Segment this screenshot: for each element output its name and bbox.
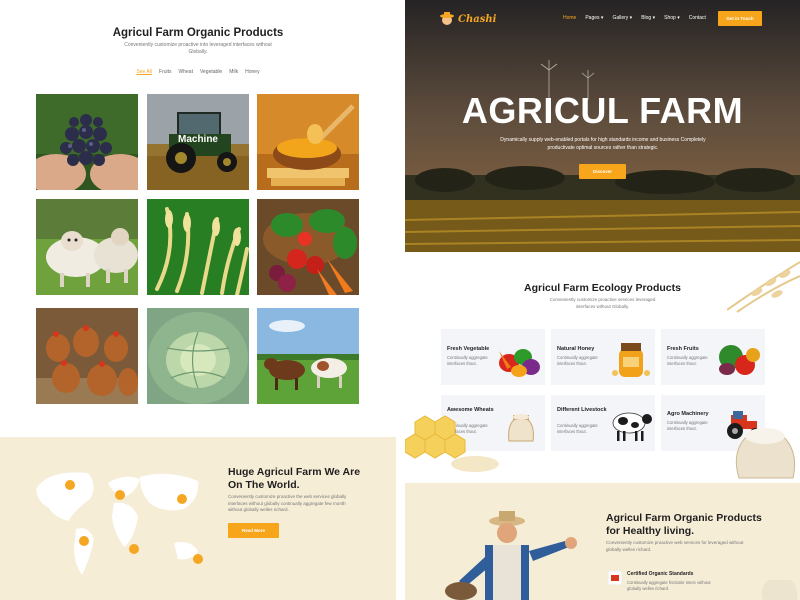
healthy-section-text: Conveniently customize proactive web ser… <box>606 540 744 552</box>
farmer-logo-icon <box>440 12 454 25</box>
cabbage-photo <box>147 308 249 404</box>
wheat-sack-icon <box>508 414 534 442</box>
honey-photo <box>257 94 359 190</box>
card-text: Continually aggregate interfaces thout. <box>667 355 708 366</box>
hero-subtitle: Dynamically supply web-enabled portals f… <box>500 137 706 151</box>
gallery-item-vegetables[interactable] <box>257 199 359 295</box>
honey-jar-icon <box>612 343 650 377</box>
chevron-down-icon: ▾ <box>677 15 680 21</box>
vegetables-icon <box>499 349 540 377</box>
hero-section: Chashi Home Pages ▾ Gallery ▾ Blog ▾ Sho… <box>405 0 800 252</box>
card-text: Continually aggregate interfaces thout. <box>557 423 598 434</box>
card-title: Different Livestock <box>557 407 607 413</box>
logo-text: Chashi <box>458 13 497 25</box>
menu-label: Pages <box>585 15 600 21</box>
menu-label: Gallery <box>612 15 629 21</box>
filter-tab-fruits[interactable]: Fruits <box>159 69 172 75</box>
certified-badge-icon <box>608 571 622 585</box>
product-card-livestock[interactable]: Different Livestock Continually aggregat… <box>551 395 655 451</box>
gallery-heading: Agricul Farm Organic Products <box>112 27 284 39</box>
menu-label: Blog <box>641 15 652 21</box>
gallery-subtitle: Conveniently customize proactive into le… <box>124 42 272 55</box>
menu-item-blog[interactable]: Blog ▾ <box>641 15 655 21</box>
site-logo[interactable]: Chashi <box>439 11 496 27</box>
product-card-vegetable[interactable]: Fresh Vegetable Continually aggregate in… <box>441 329 545 385</box>
get-in-touch-button[interactable]: Get in Touch <box>718 11 762 26</box>
filter-tab-honey[interactable]: Honey <box>245 69 259 75</box>
product-card-fruits[interactable]: Fresh Fruits Continually aggregate inter… <box>661 329 765 385</box>
chickens-photo <box>36 308 138 404</box>
card-text: Continually aggregate interfaces thout. <box>667 420 708 431</box>
world-section <box>0 437 396 600</box>
organic-products-page: Agricul Farm Organic Products Convenient… <box>0 0 396 600</box>
world-section-title: Huge Agricul Farm We Are On The World. <box>228 466 361 491</box>
menu-item-shop[interactable]: Shop ▾ <box>664 15 680 21</box>
gallery-item-cabbage[interactable] <box>147 308 249 404</box>
filter-tab-vegetable[interactable]: Vegetable <box>200 69 222 75</box>
gallery-filter-tabs: See All Fruits Wheat Vegetable Milk Hone… <box>0 69 396 75</box>
gallery-item-machine[interactable]: Machine <box>147 94 249 190</box>
world-map <box>36 472 203 575</box>
ecology-heading: Agricul Farm Ecology Products <box>524 282 681 294</box>
main-menu: Home Pages ▾ Gallery ▾ Blog ▾ Shop ▾ Con… <box>563 15 706 21</box>
farmer-illustration <box>445 511 577 600</box>
honeycomb-decoration-icon <box>405 415 499 472</box>
menu-item-pages[interactable]: Pages ▾ <box>585 15 603 21</box>
grapes-photo <box>36 94 138 190</box>
card-text: Continually aggregate interfaces thout. <box>557 355 598 366</box>
healthy-section-title: Agricul Farm Organic Products for Health… <box>606 512 762 537</box>
chevron-down-icon: ▾ <box>629 15 633 21</box>
world-section-text: Conveniently customize proactive the web… <box>228 494 347 512</box>
menu-item-contact[interactable]: Contact <box>689 15 706 21</box>
filter-tab-see-all[interactable]: See All <box>136 69 152 75</box>
card-title: Agro Machinery <box>667 411 709 417</box>
menu-item-home[interactable]: Home <box>563 15 576 21</box>
read-more-button[interactable]: Read More <box>228 523 279 538</box>
chevron-down-icon: ▾ <box>600 15 604 21</box>
menu-label: Shop <box>664 15 676 21</box>
gallery-item-grapes[interactable] <box>36 94 138 190</box>
vegetables-photo <box>257 199 359 295</box>
chevron-down-icon: ▾ <box>652 15 656 21</box>
hero-title: AGRICUL FARM <box>461 90 744 131</box>
card-title: Natural Honey <box>557 346 595 352</box>
cows-photo <box>257 308 359 404</box>
ecology-subtitle: Conveniently customize proactive service… <box>549 297 656 309</box>
cow-icon <box>612 412 652 441</box>
discover-button[interactable]: Discover <box>579 164 626 179</box>
menu-item-gallery[interactable]: Gallery ▾ <box>612 15 632 21</box>
gallery-item-sheep[interactable] <box>36 199 138 295</box>
filter-tab-wheat[interactable]: Wheat <box>179 69 193 75</box>
feature-text: Continually aggregate frictionle Interc … <box>627 580 711 591</box>
top-navigation: Chashi Home Pages ▾ Gallery ▾ Blog ▾ Sho… <box>405 11 800 27</box>
feature-title: Certified Organic Standards <box>627 571 694 577</box>
flour-sack-decoration-icon <box>735 428 796 479</box>
sheep-photo <box>36 199 138 295</box>
product-card-honey[interactable]: Natural Honey Continually aggregate inte… <box>551 329 655 385</box>
flour-sack-decoration-icon <box>761 580 798 600</box>
gallery-item-honey[interactable] <box>257 94 359 190</box>
gallery-item-chickens[interactable] <box>36 308 138 404</box>
fruits-icon <box>719 345 760 375</box>
card-text: Continually aggregate interfaces thout. <box>447 355 488 366</box>
gallery-item-cows[interactable] <box>257 308 359 404</box>
gallery-item-label: Machine <box>177 134 218 145</box>
filter-tab-milk[interactable]: Milk <box>229 69 238 75</box>
gallery-item-wheat[interactable] <box>147 199 249 295</box>
wheat-photo <box>147 199 249 295</box>
farm-homepage: Chashi Home Pages ▾ Gallery ▾ Blog ▾ Sho… <box>405 0 800 600</box>
